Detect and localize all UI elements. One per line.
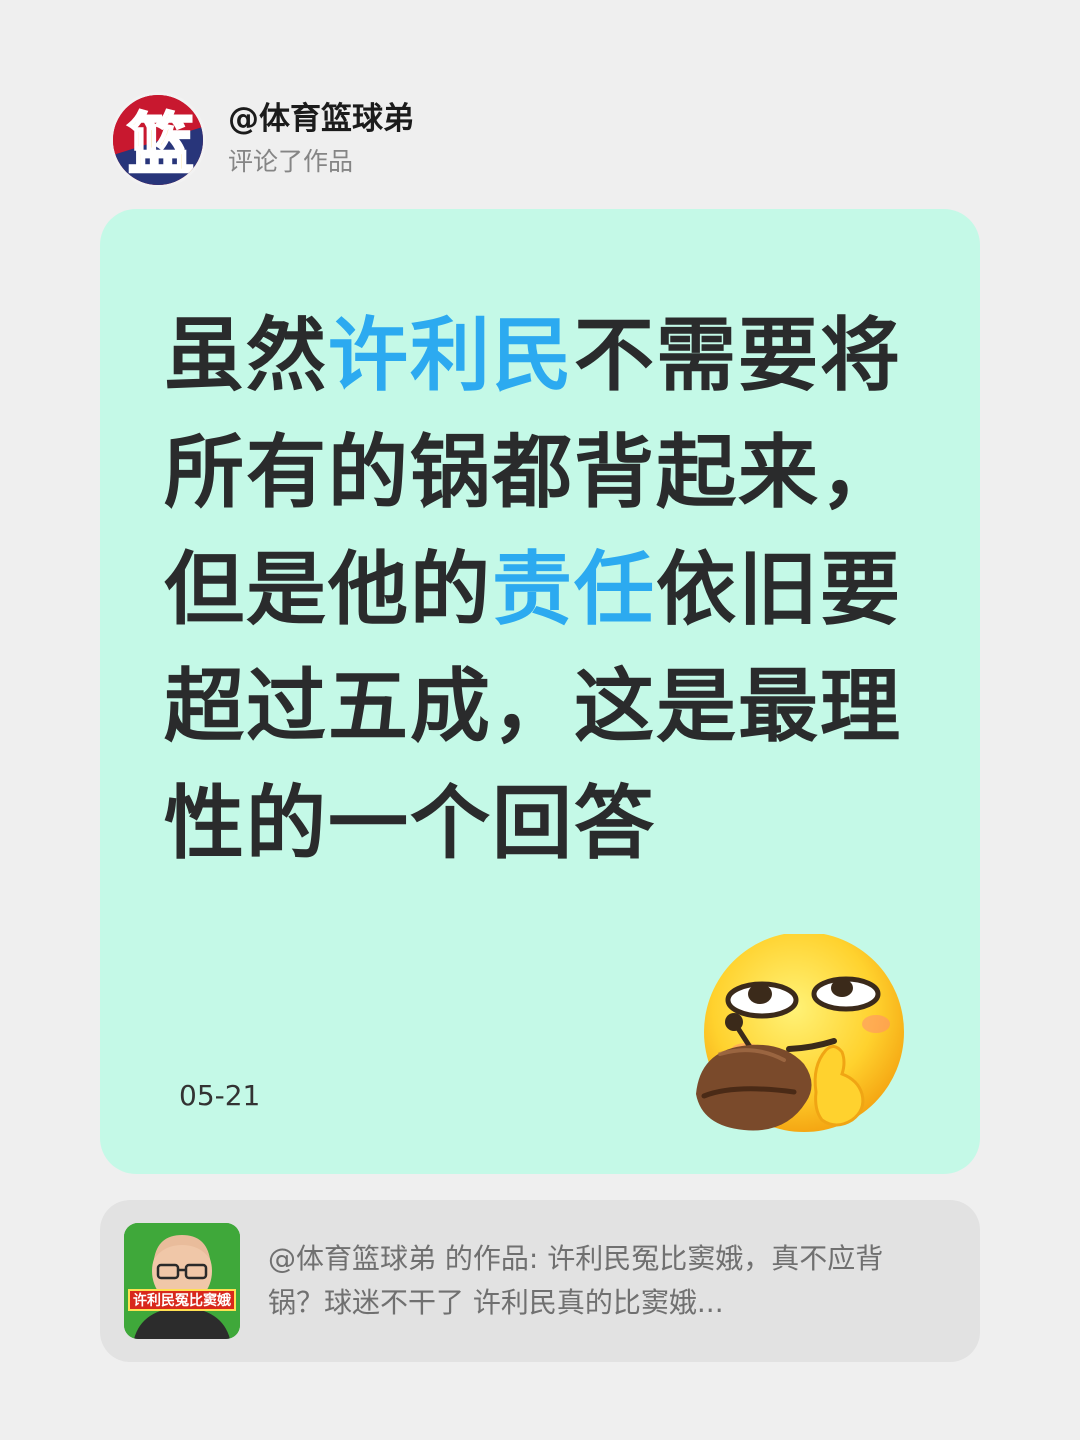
comment-highlight: 许利民 bbox=[328, 309, 574, 402]
smirk-thinking-emoji-icon bbox=[694, 932, 910, 1149]
avatar[interactable]: 篮 bbox=[110, 92, 206, 188]
action-label: 评论了作品 bbox=[228, 147, 354, 176]
comment-segment: 虽然 bbox=[164, 309, 328, 402]
thumbnail-banner: 许利民冤比窦娥 bbox=[128, 1289, 236, 1311]
work-title[interactable]: @体育篮球弟 的作品: 许利民冤比窦娥，真不应背锅？球迷不干了 许利民真的比窦娥… bbox=[268, 1237, 928, 1325]
comment-header: 篮 @体育篮球弟 评论了作品 bbox=[110, 92, 414, 188]
comment-text: 虽然许利民不需要将所有的锅都背起来，但是他的责任依旧要超过五成，这是最理性的一个… bbox=[164, 297, 944, 882]
header-text: @体育篮球弟 评论了作品 bbox=[228, 99, 414, 181]
comment-date: 05-21 bbox=[179, 1079, 261, 1112]
work-thumbnail[interactable]: 许利民冤比窦娥 bbox=[124, 1223, 240, 1339]
person-thumbnail-icon bbox=[124, 1223, 240, 1339]
username[interactable]: @体育篮球弟 bbox=[228, 99, 414, 139]
comment-highlight: 责任 bbox=[492, 543, 656, 636]
avatar-glyph: 篮 bbox=[128, 106, 194, 183]
comment-card: 虽然许利民不需要将所有的锅都背起来，但是他的责任依旧要超过五成，这是最理性的一个… bbox=[100, 209, 980, 1174]
linked-work-card[interactable]: 许利民冤比窦娥 @体育篮球弟 的作品: 许利民冤比窦娥，真不应背锅？球迷不干了 … bbox=[100, 1200, 980, 1362]
avatar-logo-icon: 篮 bbox=[113, 95, 203, 185]
